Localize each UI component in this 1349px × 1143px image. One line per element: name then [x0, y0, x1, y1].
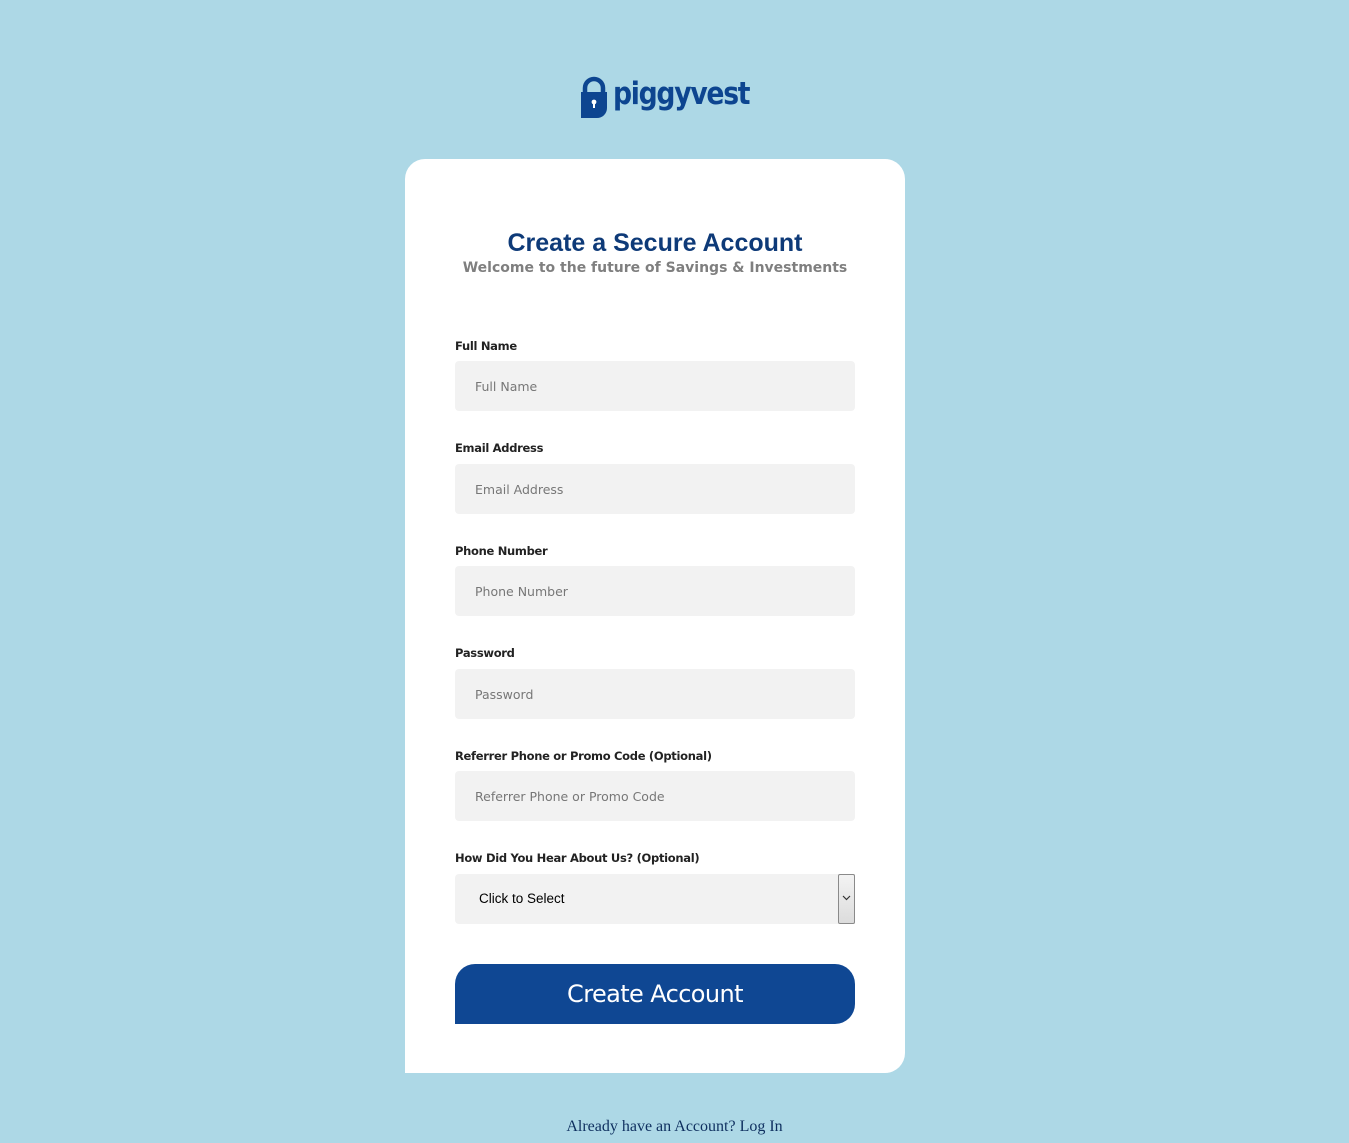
- referrer-input[interactable]: [455, 771, 855, 821]
- page-title: Create a Secure Account: [507, 229, 803, 257]
- padlock-icon: [581, 76, 607, 118]
- phone-input[interactable]: [455, 566, 855, 616]
- brand-logo[interactable]: piggyvest: [580, 75, 771, 119]
- email-input[interactable]: [455, 464, 855, 514]
- brand-name: piggyvest: [613, 76, 751, 112]
- signup-card: Create a Secure Account Welcome to the f…: [405, 159, 905, 1073]
- referral-source-value: Click to Select: [479, 891, 565, 906]
- page-subtitle: Welcome to the future of Savings & Inves…: [462, 260, 848, 276]
- email-label: Email Address: [455, 441, 544, 455]
- referral-source-select[interactable]: Click to Select: [455, 874, 855, 924]
- referrer-label: Referrer Phone or Promo Code (Optional): [455, 749, 712, 763]
- full-name-label: Full Name: [455, 339, 517, 353]
- referral-source-label: How Did You Hear About Us? (Optional): [455, 851, 700, 865]
- select-dropdown-button[interactable]: [838, 874, 855, 924]
- password-label: Password: [455, 646, 515, 660]
- password-input[interactable]: [455, 669, 855, 719]
- create-account-button[interactable]: Create Account: [455, 964, 855, 1024]
- chevron-down-icon: [842, 895, 851, 901]
- full-name-input[interactable]: [455, 361, 855, 411]
- login-link[interactable]: Already have an Account? Log In: [0, 1117, 1349, 1137]
- phone-label: Phone Number: [455, 544, 548, 558]
